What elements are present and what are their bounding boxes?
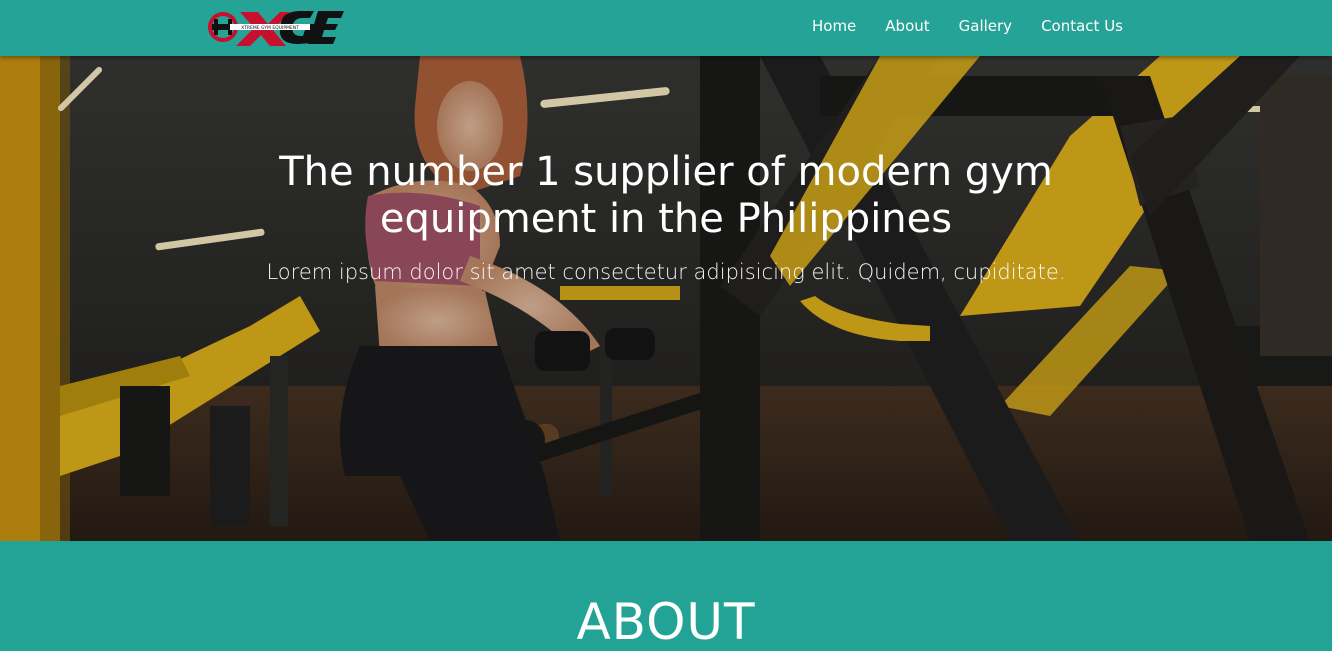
svg-text:XTREME GYM EQUIPMENT: XTREME GYM EQUIPMENT xyxy=(241,25,299,31)
nav-contact-link[interactable]: Contact Us xyxy=(1041,17,1123,35)
nav-home-link[interactable]: Home xyxy=(812,17,856,35)
nav-gallery-link[interactable]: Gallery xyxy=(959,17,1012,35)
nav-menu: Home About Gallery Contact Us xyxy=(783,0,1123,52)
hero-subtitle: Lorem ipsum dolor sit amet consectetur a… xyxy=(266,260,1066,284)
hero-title-line-1: The number 1 supplier of modern gym xyxy=(279,149,1053,195)
about-heading: ABOUT xyxy=(576,593,756,651)
about-section: ABOUT xyxy=(0,541,1332,651)
hero-title-line-2: equipment in the Philippines xyxy=(379,196,953,242)
hero-title: The number 1 supplier of modern gym equi… xyxy=(0,149,1332,243)
hero-background-image xyxy=(0,56,1332,541)
brand-logo[interactable]: XTREME GYM EQUIPMENT xyxy=(206,8,346,48)
nav-about-link[interactable]: About xyxy=(885,17,929,35)
navbar: XTREME GYM EQUIPMENT Home About Gallery … xyxy=(0,0,1332,56)
hero-section: The number 1 supplier of modern gym equi… xyxy=(0,56,1332,541)
